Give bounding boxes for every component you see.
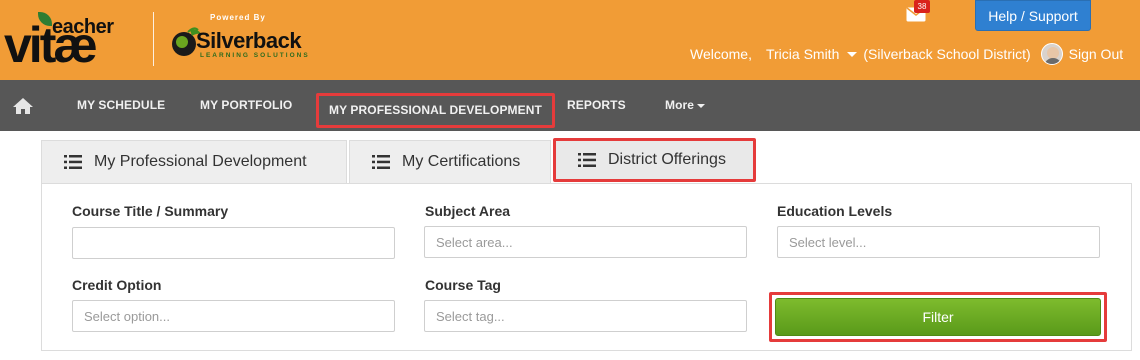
tab-label: District Offerings	[608, 151, 726, 168]
course-tag-label: Course Tag	[425, 277, 501, 293]
sign-out-link[interactable]: Sign Out	[1069, 46, 1123, 62]
credit-option-select[interactable]	[72, 300, 395, 332]
silverback-logo-text: Silverback	[196, 28, 302, 53]
chevron-down-icon[interactable]	[847, 51, 858, 57]
nav-my-portfolio[interactable]: MY PORTFOLIO	[200, 80, 292, 131]
welcome-text: Welcome,	[690, 46, 752, 62]
course-title-label: Course Title / Summary	[72, 203, 229, 219]
list-icon	[64, 155, 82, 169]
tab-label: My Professional Development	[94, 153, 307, 170]
teacher-vitae-logo[interactable]: eacher vitæ	[4, 6, 144, 72]
mail-count-badge: 38	[914, 0, 930, 13]
credit-option-label: Credit Option	[72, 277, 162, 293]
course-tag-select[interactable]	[424, 300, 747, 332]
education-levels-label: Education Levels	[777, 203, 893, 219]
app-header: eacher vitæ Powered By Silverback LEARNI…	[0, 0, 1140, 80]
nav-reports[interactable]: REPORTS	[567, 80, 626, 131]
tab-district-offerings[interactable]: District Offerings	[553, 138, 756, 182]
avatar[interactable]	[1040, 43, 1063, 65]
education-levels-select[interactable]	[777, 226, 1100, 258]
tab-my-professional-development[interactable]: My Professional Development	[41, 140, 347, 183]
user-menu[interactable]: Tricia Smith	[766, 46, 839, 62]
user-welcome-row: Welcome, Tricia Smith (Silverback School…	[690, 43, 1129, 65]
silverback-subtitle: LEARNING SOLUTIONS	[200, 52, 310, 59]
logo-divider	[153, 12, 154, 66]
home-icon[interactable]	[12, 97, 34, 115]
nav-more-label: More	[665, 98, 695, 112]
list-icon	[372, 155, 390, 169]
list-icon	[578, 153, 596, 167]
tab-my-certifications[interactable]: My Certifications	[349, 140, 551, 183]
main-nav: MY SCHEDULE MY PORTFOLIO REPORTS More	[0, 80, 1140, 131]
logo-vitae-text: vitæ	[4, 17, 98, 73]
powered-by-text: Powered By	[210, 13, 266, 22]
district-name: (Silverback School District)	[863, 46, 1031, 62]
course-title-input[interactable]	[72, 227, 395, 259]
chevron-down-icon	[697, 103, 706, 108]
nav-my-schedule[interactable]: MY SCHEDULE	[77, 80, 165, 131]
nav-more[interactable]: More	[665, 80, 706, 131]
filter-button[interactable]: Filter	[775, 298, 1101, 336]
nav-my-professional-development[interactable]: MY PROFESSIONAL DEVELOPMENT	[316, 93, 555, 128]
subject-area-select[interactable]	[424, 226, 747, 258]
tab-label: My Certifications	[402, 153, 521, 170]
subject-area-label: Subject Area	[425, 203, 511, 219]
help-support-button[interactable]: Help / Support	[975, 0, 1091, 31]
